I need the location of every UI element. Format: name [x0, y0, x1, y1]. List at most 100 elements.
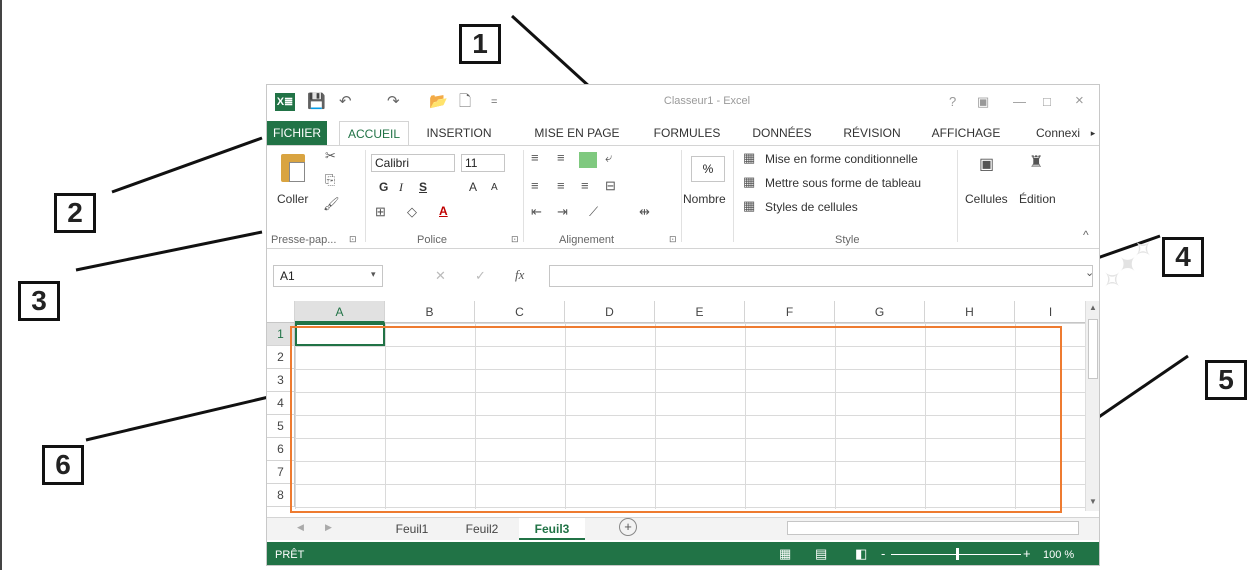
horizontal-scrollbar[interactable] [787, 521, 1079, 535]
align-middle-icon[interactable]: ≡ [557, 150, 565, 165]
ribbon: Coller ✂ ⎘ 🖌 Presse-pap... ⊡ Calibri 11 … [267, 145, 1099, 249]
select-all-corner[interactable] [267, 301, 295, 323]
zoom-in-button[interactable]: + [1023, 546, 1031, 561]
collapse-ribbon-icon[interactable]: ^ [1083, 228, 1089, 242]
underline-button[interactable]: S [419, 180, 427, 194]
decrease-indent-icon[interactable]: ⇤ [531, 204, 542, 220]
zoom-slider-knob[interactable] [956, 548, 959, 560]
tab-connexion[interactable]: Connexi [1029, 121, 1087, 145]
excel-app-icon[interactable]: X≣ [275, 93, 295, 111]
percent-button[interactable]: % [691, 156, 725, 182]
new-document-icon[interactable]: 🗋 [459, 93, 471, 111]
formula-input[interactable] [549, 265, 1093, 287]
window-title: Classeur1 - Excel [663, 95, 751, 107]
font-size-select[interactable]: 11 [461, 154, 505, 172]
borders-icon[interactable]: ⊞ [375, 204, 386, 220]
column-header[interactable]: C [475, 301, 565, 323]
editing-button[interactable]: Édition [1019, 192, 1056, 206]
enter-icon[interactable]: ✓ [475, 268, 486, 284]
cells-button[interactable]: Cellules [965, 192, 1008, 206]
ribbon-tabs: FICHIER ACCUEIL INSERTION MISE EN PAGE F… [267, 121, 1099, 146]
zoom-out-button[interactable]: - [881, 546, 885, 561]
column-header[interactable]: B [385, 301, 475, 323]
paste-button[interactable]: Coller [277, 192, 308, 206]
bold-button[interactable]: G [379, 180, 388, 194]
number-format-button[interactable]: Nombre [683, 192, 726, 206]
font-name-select[interactable]: Calibri [371, 154, 455, 172]
sheet-tab-feuil2[interactable]: Feuil2 [449, 518, 515, 540]
tab-revision[interactable]: RÉVISION [837, 121, 907, 145]
sheet-tab-feuil3[interactable]: Feuil3 [519, 518, 585, 540]
text-direction-icon[interactable]: ⇹ [639, 204, 650, 220]
name-box[interactable]: A1 [273, 265, 383, 287]
merge-center-icon[interactable]: ⊟ [605, 178, 616, 194]
zoom-level[interactable]: 100 % [1043, 549, 1074, 561]
column-header[interactable]: H [925, 301, 1015, 323]
maximize-icon[interactable]: □ [1043, 94, 1051, 109]
tab-insertion[interactable]: INSERTION [421, 121, 497, 145]
tab-fichier[interactable]: FICHIER [267, 121, 327, 145]
align-top-icon[interactable]: ≡ [531, 150, 539, 165]
tab-formules[interactable]: FORMULES [647, 121, 727, 145]
column-header[interactable]: A [295, 301, 385, 323]
tab-donnees[interactable]: DONNÉES [745, 121, 819, 145]
format-painter-icon[interactable]: 🖌 [323, 196, 340, 212]
grow-font-button[interactable]: A [469, 180, 477, 194]
page-layout-view-icon[interactable]: ▤ [815, 546, 827, 562]
column-header[interactable]: F [745, 301, 835, 323]
group-separator [681, 150, 682, 242]
close-icon[interactable]: × [1075, 92, 1084, 109]
format-as-table-button[interactable]: Mettre sous forme de tableau [765, 176, 921, 190]
italic-button[interactable]: I [399, 180, 403, 195]
tab-affichage[interactable]: AFFICHAGE [925, 121, 1007, 145]
shrink-font-button[interactable]: A [491, 182, 498, 193]
column-header[interactable]: E [655, 301, 745, 323]
tab-accueil[interactable]: ACCUEIL [339, 121, 409, 146]
fill-color-icon[interactable]: ◇ [407, 204, 417, 220]
align-bottom-button[interactable] [579, 152, 597, 168]
ribbon-display-icon[interactable]: ▣ [977, 94, 989, 110]
save-icon[interactable]: 💾 [307, 93, 326, 111]
column-header[interactable]: G [835, 301, 925, 323]
align-right-icon[interactable]: ≡ [581, 178, 589, 193]
normal-view-icon[interactable]: ▦ [779, 546, 791, 562]
name-box-dropdown-icon[interactable]: ▾ [371, 269, 376, 280]
vertical-scrollbar[interactable]: ▲ ▼ [1085, 301, 1099, 511]
wrap-text-icon[interactable]: ⤶ [605, 150, 612, 166]
scroll-down-icon[interactable]: ▼ [1089, 497, 1097, 506]
font-dialog-launcher-icon[interactable]: ⊡ [511, 234, 519, 245]
help-icon[interactable]: ? [949, 94, 956, 109]
increase-indent-icon[interactable]: ⇥ [557, 204, 568, 220]
font-color-button[interactable]: A [439, 204, 448, 218]
minimize-icon[interactable]: — [1013, 94, 1026, 109]
cell-styles-button[interactable]: Styles de cellules [765, 200, 858, 214]
open-folder-icon[interactable]: 📂 [429, 93, 448, 111]
copy-icon[interactable]: ⎘ [325, 172, 335, 188]
scroll-up-icon[interactable]: ▲ [1089, 303, 1097, 312]
insert-function-icon[interactable]: fx [515, 267, 524, 283]
alignment-dialog-launcher-icon[interactable]: ⊡ [669, 234, 677, 245]
clipboard-dialog-launcher-icon[interactable]: ⊡ [349, 234, 357, 245]
add-sheet-icon[interactable]: + [619, 518, 637, 536]
tabs-scroll-right-icon[interactable]: ▸ [1087, 121, 1099, 145]
vertical-scroll-thumb[interactable] [1088, 319, 1098, 379]
tab-mise-en-page[interactable]: MISE EN PAGE [527, 121, 627, 145]
sheet-prev-icon[interactable]: ◀ [297, 522, 304, 533]
undo-icon[interactable]: ↶ [339, 93, 352, 111]
orientation-icon[interactable]: ⟋ [589, 204, 598, 220]
status-bar: PRÊT ▦ ▤ ◧ - + 100 % [267, 542, 1099, 565]
paste-icon[interactable] [281, 154, 305, 182]
customize-qat-icon[interactable]: = [491, 93, 497, 111]
align-center-icon[interactable]: ≡ [557, 178, 565, 193]
sheet-tab-feuil1[interactable]: Feuil1 [379, 518, 445, 540]
redo-icon[interactable]: ↷ [387, 93, 400, 111]
cancel-icon[interactable]: ✕ [435, 268, 446, 284]
expand-formula-bar-icon[interactable]: ⌄ [1085, 266, 1094, 279]
column-header[interactable]: D [565, 301, 655, 323]
column-header[interactable]: I [1015, 301, 1087, 323]
conditional-formatting-button[interactable]: Mise en forme conditionnelle [765, 152, 918, 166]
page-break-view-icon[interactable]: ◧ [855, 546, 867, 562]
sheet-next-icon[interactable]: ▶ [325, 522, 332, 533]
cut-icon[interactable]: ✂ [325, 148, 336, 164]
align-left-icon[interactable]: ≡ [531, 178, 539, 193]
